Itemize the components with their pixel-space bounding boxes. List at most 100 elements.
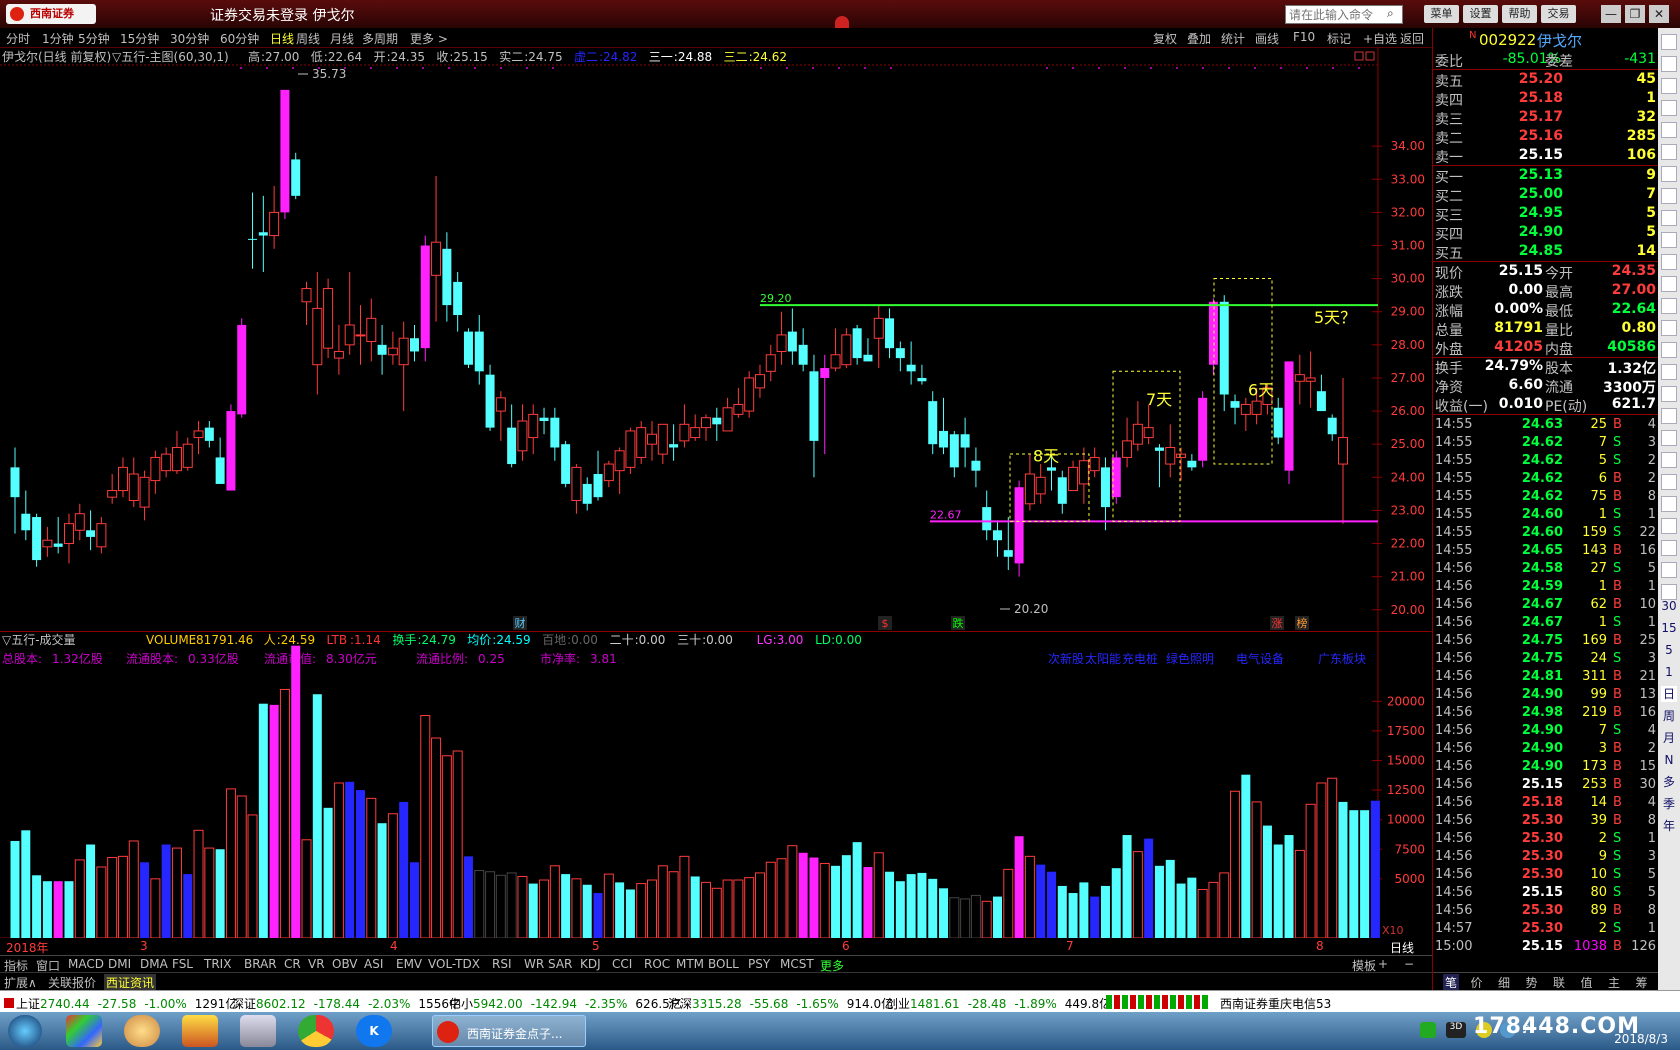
period-tab-3[interactable]: 15分钟 xyxy=(120,30,159,47)
indicator-tab-19[interactable]: ROC xyxy=(644,957,670,971)
indicator-tab-4[interactable]: DMA xyxy=(140,957,168,971)
tool-move-icon[interactable] xyxy=(1661,474,1677,490)
app-icon[interactable] xyxy=(124,1015,160,1047)
indicator-tab-8[interactable]: CR xyxy=(284,957,301,971)
tool-up-icon[interactable] xyxy=(1661,78,1677,94)
tool-list-icon[interactable] xyxy=(1661,210,1677,226)
bottom-tab-2[interactable]: 西证资讯 xyxy=(104,974,157,991)
quote-tab-7[interactable]: 筹 xyxy=(1636,974,1648,991)
volume-chart[interactable]: ▽五行-成交量 VOLUME:81791.46 人:24.59 LTB:1.14 换手:… xyxy=(0,632,1432,938)
tool-chart-icon[interactable] xyxy=(1661,408,1677,424)
indicator-tab-16[interactable]: SAR xyxy=(548,957,572,971)
indicator-tab-7[interactable]: BRAR xyxy=(244,957,277,971)
period-shortcut-2[interactable]: 5 xyxy=(1661,642,1677,658)
tool-list-icon[interactable] xyxy=(1661,320,1677,336)
start-button[interactable] xyxy=(8,1015,42,1047)
period-tab-9[interactable]: 多周期 xyxy=(362,30,398,47)
indicator-tab-9[interactable]: VR xyxy=(308,957,325,971)
k-app-icon[interactable]: K xyxy=(356,1015,392,1047)
kline-chart[interactable]: 34.00 33.00 32.00 31.00 30.00 29.00 28.00 27.00… xyxy=(0,48,1432,631)
tool-pen-icon[interactable] xyxy=(1661,496,1677,512)
indicator-tab-17[interactable]: KDJ xyxy=(580,957,601,971)
title-button-1[interactable]: 设置 xyxy=(1463,5,1498,23)
chart-tool-1[interactable]: 叠加 xyxy=(1187,30,1211,47)
tool-list-icon[interactable] xyxy=(1661,232,1677,248)
period-shortcut-0[interactable]: 30 xyxy=(1661,598,1677,614)
period-tab-4[interactable]: 30分钟 xyxy=(170,30,209,47)
command-input[interactable] xyxy=(1285,5,1403,24)
bottom-tab-1[interactable]: 关联报价 xyxy=(48,974,96,991)
window-control-2[interactable]: ✕ xyxy=(1649,5,1669,23)
indicator-tab-15[interactable]: WR xyxy=(524,957,544,971)
period-tab-7[interactable]: 周线 xyxy=(296,30,320,47)
indicator-tab-2[interactable]: MACD xyxy=(68,957,104,971)
period-tab-2[interactable]: 5分钟 xyxy=(78,30,110,47)
period-shortcut-5[interactable]: 周 xyxy=(1661,708,1677,724)
title-button-2[interactable]: 帮助 xyxy=(1502,5,1537,23)
index-quote-3[interactable]: 沪深3315.28 -55.68 -1.65% 914.0亿 xyxy=(668,995,893,1012)
indicator-tab-5[interactable]: FSL xyxy=(172,957,193,971)
tray-shield-icon[interactable] xyxy=(1420,1022,1436,1038)
chart-tool-2[interactable]: 统计 xyxy=(1221,30,1245,47)
tool-chart-icon[interactable] xyxy=(1661,188,1677,204)
period-shortcut-4[interactable]: 日 xyxy=(1661,686,1677,702)
period-shortcut-6[interactable]: 月 xyxy=(1661,730,1677,746)
tool-doc-icon[interactable] xyxy=(1661,518,1677,534)
quote-tab-2[interactable]: 细 xyxy=(1498,974,1510,991)
chart-tool-5[interactable]: 标记 xyxy=(1327,30,1351,47)
quote-tab-4[interactable]: 联 xyxy=(1553,974,1565,991)
quote-tab-0[interactable]: 笔 xyxy=(1443,974,1460,991)
tool-chart-icon[interactable] xyxy=(1661,166,1677,182)
title-button-3[interactable]: 交易 xyxy=(1541,5,1576,23)
indicator-control-1[interactable]: + xyxy=(1378,957,1388,971)
period-shortcut-8[interactable]: 多 xyxy=(1661,774,1677,790)
tool-list-icon[interactable] xyxy=(1661,122,1677,138)
title-button-0[interactable]: 菜单 xyxy=(1424,5,1459,23)
quote-tab-6[interactable]: 主 xyxy=(1608,974,1620,991)
window-control-0[interactable]: — xyxy=(1601,5,1621,23)
tool-list-icon[interactable] xyxy=(1661,276,1677,292)
taskbar-active-app[interactable]: 西南证券金点子... xyxy=(432,1015,586,1047)
tool-list-icon[interactable] xyxy=(1661,100,1677,116)
tool-list-icon[interactable] xyxy=(1661,386,1677,402)
tool-chart-icon[interactable] xyxy=(1661,364,1677,380)
indicator-tab-22[interactable]: PSY xyxy=(748,957,770,971)
chart-tool-0[interactable]: 复权 xyxy=(1153,30,1177,47)
indicator-tab-12[interactable]: EMV xyxy=(396,957,422,971)
indicator-tab-21[interactable]: BOLL xyxy=(708,957,739,971)
index-quote-1[interactable]: 深证8602.12 -178.44 -2.03% 1556亿 xyxy=(232,995,461,1012)
calculator-icon[interactable] xyxy=(240,1015,276,1047)
tool-list-icon[interactable] xyxy=(1661,298,1677,314)
tool-list-icon[interactable] xyxy=(1661,342,1677,358)
chart-tool-7[interactable]: 返回 xyxy=(1400,30,1424,47)
app-icon[interactable] xyxy=(66,1015,102,1047)
indicator-tab-11[interactable]: ASI xyxy=(364,957,383,971)
bottom-tab-0[interactable]: 扩展∧ xyxy=(4,974,37,991)
chart-tool-6[interactable]: +自选 xyxy=(1363,30,1397,47)
period-shortcut-3[interactable]: 1 xyxy=(1661,664,1677,680)
indicator-tab-14[interactable]: RSI xyxy=(492,957,512,971)
indicator-control-2[interactable]: − xyxy=(1404,957,1414,971)
index-quote-0[interactable]: 上证2740.44 -27.58 -1.00% 1291亿 xyxy=(4,995,237,1012)
tool-up-icon[interactable] xyxy=(1661,34,1677,50)
tool-list-icon[interactable] xyxy=(1661,254,1677,270)
period-shortcut-7[interactable]: N xyxy=(1661,752,1677,768)
period-tab-10[interactable]: 更多 > xyxy=(410,30,448,47)
paint-icon[interactable] xyxy=(182,1015,218,1047)
index-quote-4[interactable]: 创业1481.61 -28.48 -1.89% 449.8亿 xyxy=(886,995,1111,1012)
indicator-tab-10[interactable]: OBV xyxy=(332,957,358,971)
period-tab-0[interactable]: 分时 xyxy=(6,30,30,47)
indicator-tab-13[interactable]: VOL-TDX xyxy=(428,957,480,971)
tool-chart-icon[interactable] xyxy=(1661,144,1677,160)
tool-doc-icon[interactable] xyxy=(1661,562,1677,578)
period-tab-6[interactable]: 日线 xyxy=(270,30,294,47)
indicator-tab-6[interactable]: TRIX xyxy=(204,957,231,971)
period-tab-5[interactable]: 60分钟 xyxy=(220,30,259,47)
search-icon[interactable]: ⌕ xyxy=(1387,6,1403,22)
period-shortcut-10[interactable]: 年 xyxy=(1661,818,1677,834)
indicator-tab-20[interactable]: MTM xyxy=(676,957,704,971)
window-control-1[interactable]: ❐ xyxy=(1625,5,1645,23)
indicator-tab-18[interactable]: CCI xyxy=(612,957,632,971)
chart-tool-3[interactable]: 画线 xyxy=(1255,30,1279,47)
tool-down-icon[interactable] xyxy=(1661,56,1677,72)
